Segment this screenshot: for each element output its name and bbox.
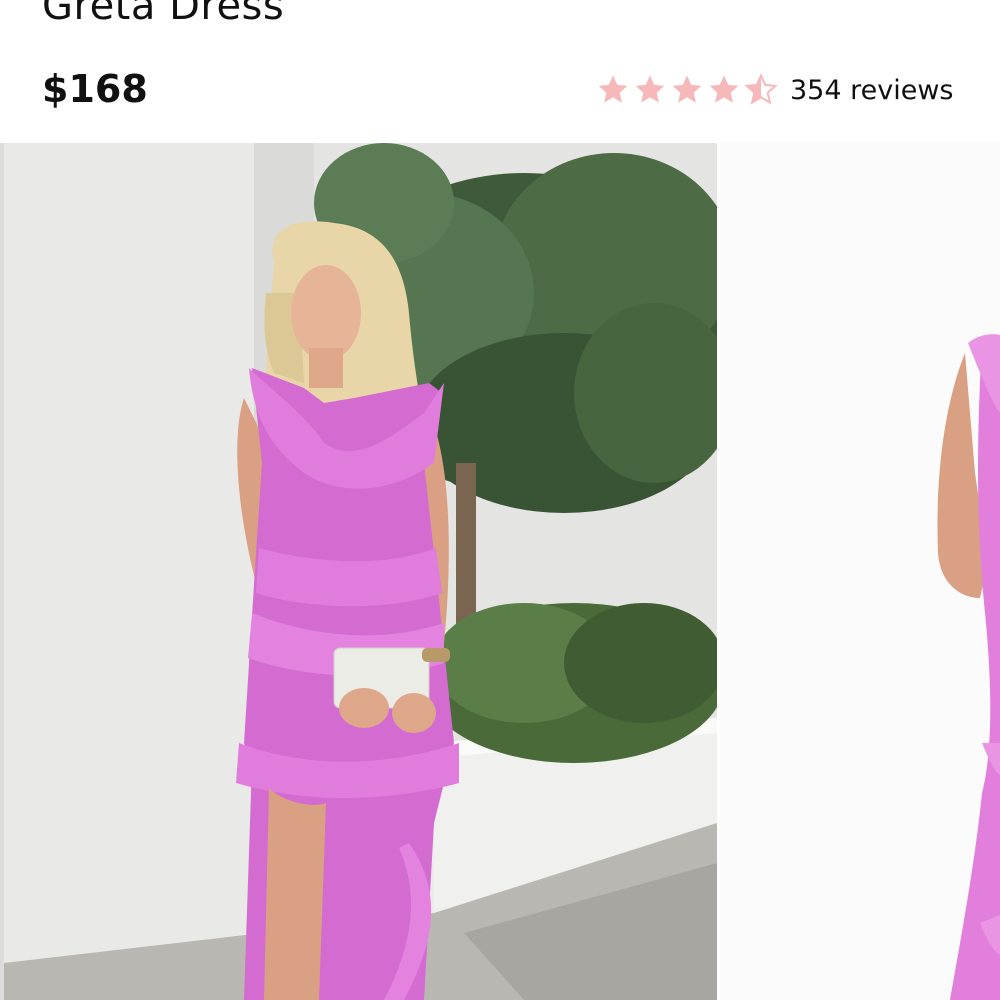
rating-summary[interactable]: 354 reviews: [596, 70, 953, 110]
model-side-studio-photo[interactable]: [720, 143, 1000, 1000]
star-rating: [596, 73, 778, 107]
product-image-gallery[interactable]: [4, 143, 1000, 1000]
model-front-outdoor-photo[interactable]: [4, 143, 717, 1000]
reviews-count-link[interactable]: 354 reviews: [790, 75, 953, 106]
star-icon: [598, 75, 628, 103]
star-icon: [709, 75, 739, 103]
star-icon: [672, 75, 702, 103]
product-price: $168: [42, 67, 148, 111]
product-page: Greta Dress $168 354 reviews: [0, 0, 1000, 1000]
product-title: Greta Dress: [42, 0, 285, 29]
half-star-icon: [744, 73, 778, 105]
product-header: Greta Dress $168 354 reviews: [0, 0, 1000, 143]
star-icon: [635, 75, 665, 103]
